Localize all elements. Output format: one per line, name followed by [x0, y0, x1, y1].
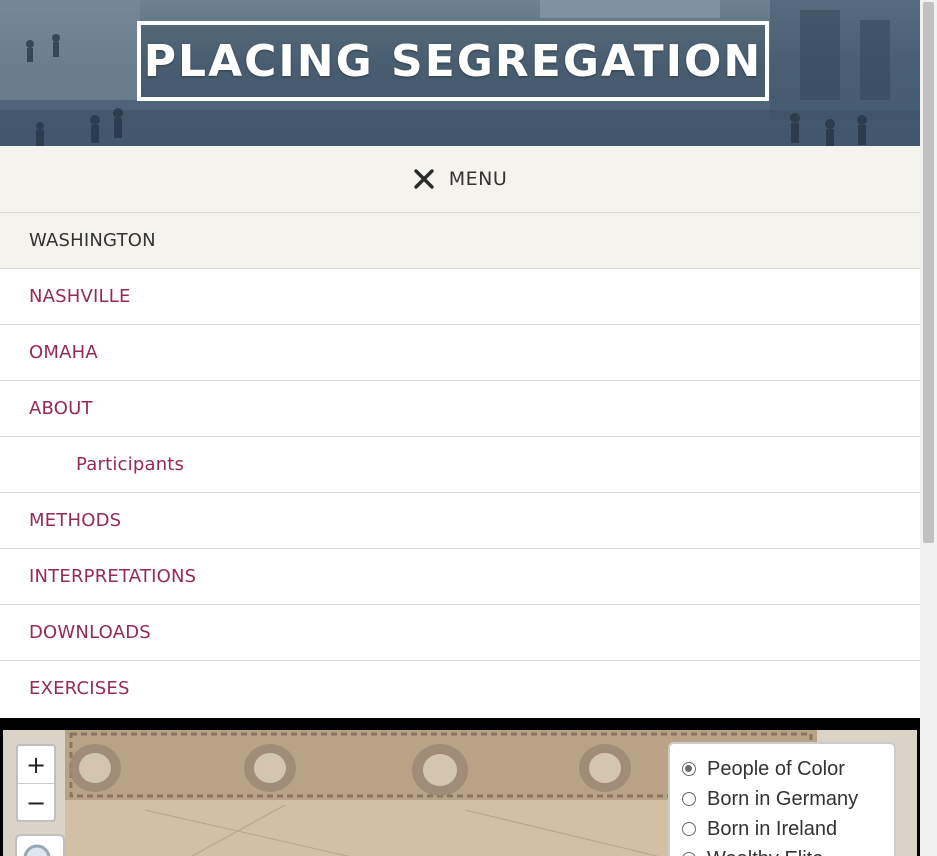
zoom-control: + − — [16, 744, 56, 822]
menu-toggle-button[interactable]: MENU — [0, 146, 920, 213]
main-nav: WASHINGTON NASHVILLE OMAHA ABOUT Partici… — [0, 213, 920, 716]
radio-button[interactable] — [682, 852, 696, 856]
layer-option-wealthy-elite[interactable]: Wealthy Elite — [682, 844, 894, 856]
nav-item-about[interactable]: ABOUT — [0, 381, 920, 437]
nav-item-washington[interactable]: WASHINGTON — [0, 213, 920, 269]
nav-item-interpretations[interactable]: INTERPRETATIONS — [0, 549, 920, 605]
layer-option-label: Born in Germany — [707, 787, 859, 810]
layer-option-born-in-germany[interactable]: Born in Germany — [682, 784, 894, 814]
nav-item-methods[interactable]: METHODS — [0, 493, 920, 549]
magnifier-icon — [23, 844, 51, 856]
layer-option-label: People of Color — [707, 757, 845, 780]
layer-option-label: Born in Ireland — [707, 817, 838, 840]
map-container[interactable]: + − People of Color Born in Germany Born… — [0, 718, 920, 856]
map-viewport[interactable]: + − People of Color Born in Germany Born… — [3, 730, 917, 856]
site-title: PLACING SEGREGATION — [143, 35, 763, 87]
layer-control-panel: People of Color Born in Germany Born in … — [668, 742, 896, 856]
radio-button-checked[interactable] — [682, 762, 696, 776]
page-scrollbar[interactable] — [920, 0, 937, 856]
site-title-box[interactable]: PLACING SEGREGATION — [137, 21, 769, 101]
header-banner: PLACING SEGREGATION — [0, 0, 920, 146]
layer-option-label: Wealthy Elite — [707, 848, 823, 856]
nav-item-nashville[interactable]: NASHVILLE — [0, 269, 920, 325]
radio-button[interactable] — [682, 822, 696, 836]
page: PLACING SEGREGATION MENU WASHINGTON NASH… — [0, 0, 920, 856]
zoom-in-button[interactable]: + — [18, 746, 54, 784]
nav-item-downloads[interactable]: DOWNLOADS — [0, 605, 920, 661]
zoom-out-button[interactable]: − — [18, 784, 54, 821]
menu-label: MENU — [448, 168, 508, 190]
layer-option-born-in-ireland[interactable]: Born in Ireland — [682, 814, 894, 844]
nav-item-exercises[interactable]: EXERCISES — [0, 661, 920, 716]
close-icon — [414, 169, 434, 189]
nav-item-omaha[interactable]: OMAHA — [0, 325, 920, 381]
layer-option-people-of-color[interactable]: People of Color — [682, 754, 894, 784]
nav-subitem-participants[interactable]: Participants — [0, 437, 920, 493]
radio-button[interactable] — [682, 792, 696, 806]
map-search-button[interactable] — [15, 834, 65, 856]
scrollbar-thumb[interactable] — [923, 2, 934, 543]
